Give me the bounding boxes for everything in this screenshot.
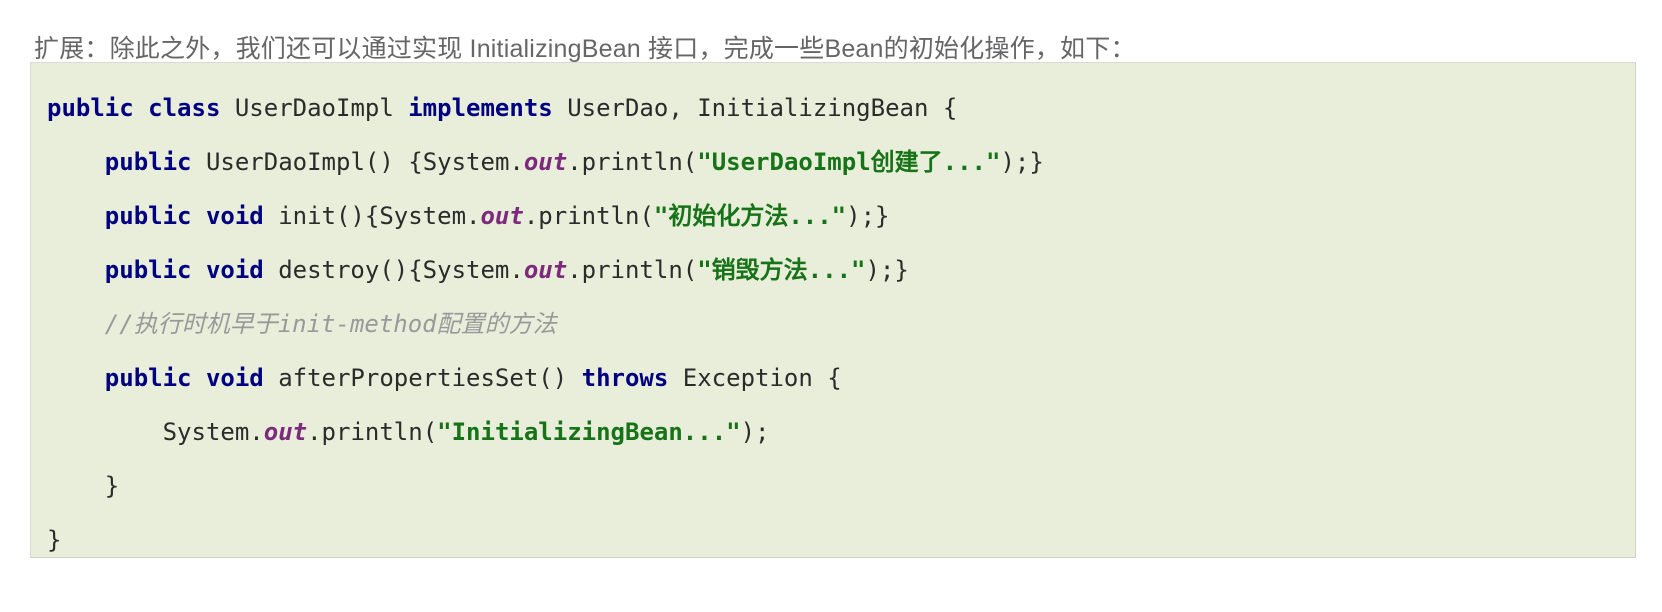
code-token-str: "初始化方法...": [653, 202, 847, 230]
code-token-pln: );}: [865, 256, 909, 284]
code-line: //执行时机早于init-method配置的方法: [47, 297, 1635, 351]
code-line: public void init(){System.out.println("初…: [47, 189, 1635, 243]
code-token-pln: );}: [846, 202, 890, 230]
code-token-pln: .println(: [523, 202, 654, 230]
code-line: public class UserDaoImpl implements User…: [47, 81, 1635, 135]
code-token-kw: throws: [581, 364, 683, 392]
code-token-pln: );}: [1000, 148, 1044, 176]
code-token-pln: UserDaoImpl: [234, 94, 409, 122]
code-token-pln: }: [47, 526, 62, 554]
code-token-kw: implements: [408, 94, 568, 122]
code-token-fld: out: [523, 256, 568, 284]
code-token-pln: Exception {: [682, 364, 842, 392]
code-token-pln: UserDao, InitializingBean {: [567, 94, 958, 122]
code-token-pln: init(){System.: [278, 202, 481, 230]
code-token-cmt: //执行时机早于init-method配置的方法: [104, 310, 557, 338]
code-token-pln: .println(: [567, 148, 698, 176]
code-token-kw: public void: [104, 202, 279, 230]
code-token-pln: .println(: [307, 418, 438, 446]
code-line: }: [47, 513, 1635, 557]
code-token-kw: public: [104, 148, 206, 176]
code-token-fld: out: [263, 418, 308, 446]
code-line: public void afterPropertiesSet() throws …: [47, 351, 1635, 405]
code-token-kw: public void: [104, 364, 279, 392]
code-token-pln: System.: [162, 418, 264, 446]
code-token-pln: );: [740, 418, 770, 446]
code-line: public void destroy(){System.out.println…: [47, 243, 1635, 297]
page-root: 扩展：除此之外，我们还可以通过实现 InitializingBean 接口，完成…: [0, 0, 1662, 612]
code-line: }: [47, 459, 1635, 513]
code-line: public UserDaoImpl() {System.out.println…: [47, 135, 1635, 189]
code-block-content: public class UserDaoImpl implements User…: [31, 63, 1635, 557]
code-token-fld: out: [480, 202, 524, 230]
code-token-kw: public class: [47, 94, 235, 122]
code-token-pln: UserDaoImpl() {System.: [205, 148, 524, 176]
code-token-pln: }: [104, 472, 120, 500]
code-block: public class UserDaoImpl implements User…: [30, 62, 1636, 558]
code-token-pln: destroy(){System.: [278, 256, 524, 284]
code-token-str: "InitializingBean...": [437, 418, 741, 446]
code-token-str: "销毁方法...": [697, 256, 866, 284]
code-token-fld: out: [523, 148, 568, 176]
code-token-pln: afterPropertiesSet(): [278, 364, 582, 392]
code-token-kw: public void: [104, 256, 279, 284]
code-token-str: "UserDaoImpl创建了...": [697, 148, 1001, 176]
code-token-pln: .println(: [567, 256, 698, 284]
code-line: System.out.println("InitializingBean..."…: [47, 405, 1635, 459]
